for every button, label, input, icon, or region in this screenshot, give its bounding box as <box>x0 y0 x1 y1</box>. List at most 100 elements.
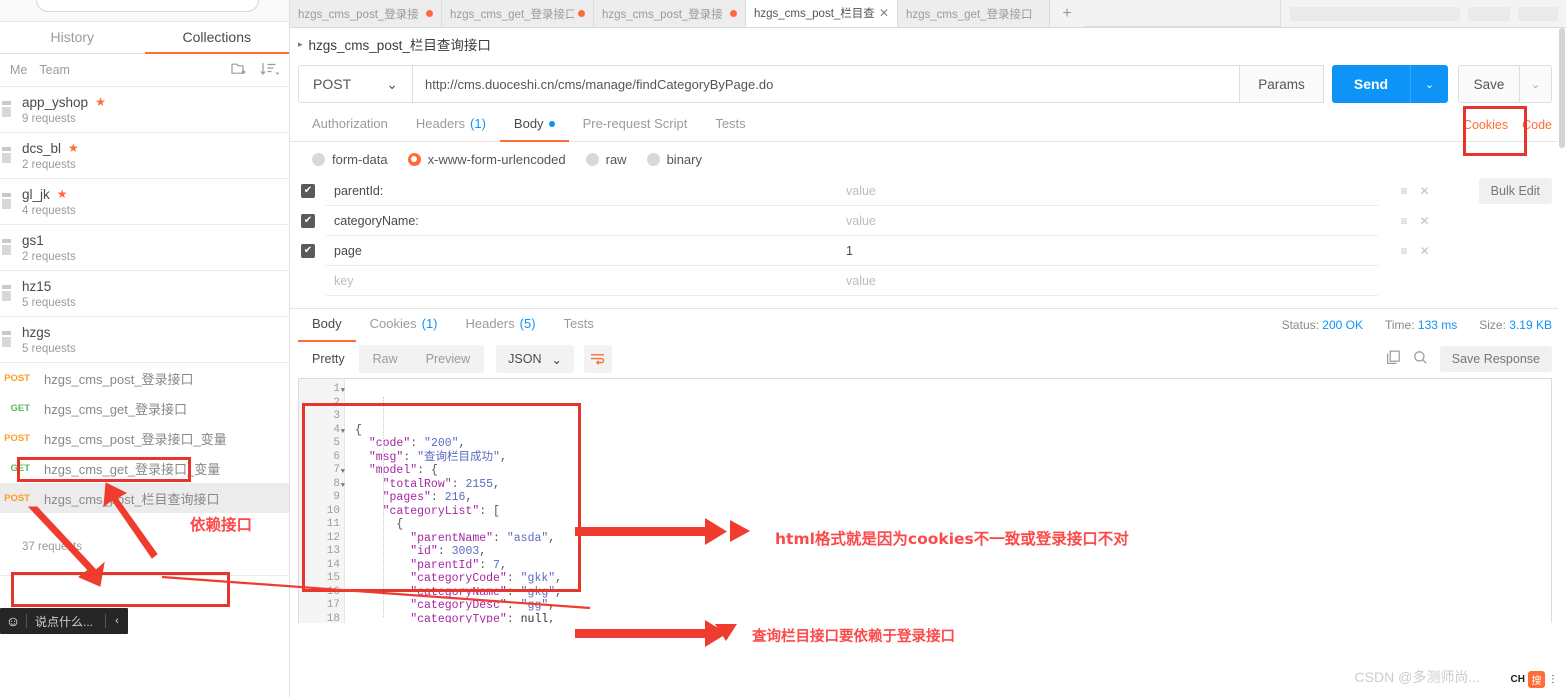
request-item-post-login-var[interactable]: POST hzgs_cms_post_登录接口_变量 <box>0 423 289 453</box>
response-tab-body[interactable]: Body <box>298 308 356 342</box>
copy-icon[interactable] <box>1386 350 1401 368</box>
row-checkbox[interactable]: ✔ <box>301 184 315 198</box>
param-key[interactable]: parentId: <box>326 176 838 206</box>
request-item-get-login-var[interactable]: GET hzgs_cms_get_登录接口_变量 <box>0 453 289 483</box>
save-button[interactable]: Save <box>1458 65 1520 103</box>
tab-headers[interactable]: Headers (1) <box>402 108 500 142</box>
tab-count: (1) <box>421 316 438 331</box>
tab-authorization[interactable]: Authorization <box>298 108 402 142</box>
save-options-caret-icon[interactable]: ⌄ <box>1520 65 1552 103</box>
request-tab[interactable]: hzgs_cms_get_登录接口 <box>442 0 594 27</box>
collection-item[interactable]: dcs_bl ★ 2 requests <box>0 133 289 179</box>
collection-item[interactable]: gs1 2 requests <box>0 225 289 271</box>
close-icon[interactable]: ✕ <box>879 6 889 20</box>
request-item-get-login[interactable]: GET hzgs_cms_get_登录接口 <box>0 393 289 423</box>
collection-item[interactable]: hz15 5 requests <box>0 271 289 317</box>
tab-label: Headers <box>465 316 515 331</box>
row-checkbox[interactable]: ✔ <box>301 244 315 258</box>
toolbar-placeholder-2[interactable] <box>1467 6 1510 21</box>
code-link[interactable]: Code <box>1522 118 1552 132</box>
tab-label: Tests <box>563 316 594 331</box>
sort-icon[interactable] <box>260 62 280 79</box>
request-item-post-category-query[interactable]: POST hzgs_cms_post_栏目查询接口 <box>0 483 289 513</box>
save-response-button[interactable]: Save Response <box>1439 346 1552 372</box>
response-tab-headers[interactable]: Headers (5) <box>452 308 550 342</box>
radio-binary[interactable]: binary <box>646 152 702 167</box>
http-method-value: POST <box>313 76 352 92</box>
search-icon[interactable] <box>1413 350 1428 368</box>
sidebar-tab-collections[interactable]: Collections <box>144 22 289 54</box>
param-key[interactable]: categoryName: <box>326 206 838 236</box>
radio-form-data[interactable]: form-data <box>312 152 388 167</box>
time-value: 133 ms <box>1417 317 1458 332</box>
param-value[interactable]: value <box>838 266 1378 296</box>
response-json-code[interactable]: { "code": "200", "msg": "查询栏目成功", "model… <box>345 379 1551 623</box>
row-remove-icon[interactable]: ✕ <box>1419 244 1429 258</box>
row-menu-icon[interactable]: ≡ <box>1400 184 1407 198</box>
request-tab-active[interactable]: hzgs_cms_post_栏目查 ✕ <box>746 0 898 27</box>
request-tab[interactable]: hzgs_cms_post_登录接 <box>290 0 442 27</box>
url-input[interactable]: http://cms.duoceshi.cn/cms/manage/findCa… <box>412 65 1240 103</box>
row-menu-icon[interactable]: ≡ <box>1400 214 1407 228</box>
chat-collapse-icon[interactable]: ‹ <box>106 615 128 627</box>
params-button[interactable]: Params <box>1240 65 1324 103</box>
chat-widget[interactable]: ☺ 说点什么... ‹ <box>0 608 128 634</box>
line-number: 5 <box>333 437 340 449</box>
star-icon: ★ <box>95 95 106 109</box>
param-value[interactable]: 1 <box>838 236 1378 266</box>
response-format-select[interactable]: JSON ⌄ <box>496 345 574 373</box>
request-tab[interactable]: hzgs_cms_post_登录接 <box>594 0 746 27</box>
view-mode-pretty[interactable]: Pretty <box>298 345 359 373</box>
row-checkbox[interactable] <box>301 274 315 288</box>
vertical-scrollbar[interactable] <box>1558 28 1566 697</box>
param-value[interactable]: value <box>838 206 1378 236</box>
word-wrap-icon[interactable] <box>583 345 612 373</box>
scrollbar-thumb[interactable] <box>1559 28 1565 148</box>
filter-team[interactable]: Team <box>39 63 70 77</box>
response-tab-cookies[interactable]: Cookies (1) <box>356 308 452 342</box>
new-tab-button[interactable]: + <box>1050 0 1084 27</box>
row-menu-icon[interactable]: ≡ <box>1400 244 1407 258</box>
bulk-edit-button[interactable]: Bulk Edit <box>1478 178 1552 204</box>
new-folder-icon[interactable] <box>231 61 248 79</box>
toolbar-placeholder-3[interactable] <box>1517 6 1558 21</box>
view-mode-preview[interactable]: Preview <box>412 345 484 373</box>
view-mode-raw[interactable]: Raw <box>359 345 412 373</box>
send-button[interactable]: Send <box>1332 65 1410 103</box>
chevron-right-icon[interactable]: ▸ <box>298 39 303 50</box>
row-remove-icon[interactable]: ✕ <box>1419 184 1429 198</box>
search-pill[interactable] <box>36 0 259 12</box>
response-tab-tests[interactable]: Tests <box>550 308 608 342</box>
row-checkbox[interactable]: ✔ <box>301 214 315 228</box>
param-key[interactable]: page <box>326 236 838 266</box>
chat-input[interactable]: 说点什么... <box>27 613 105 630</box>
toolbar-placeholder-1[interactable] <box>1289 6 1460 21</box>
postman-window: History Collections Me Team app_yshop ★ … <box>0 0 1566 697</box>
send-options-caret-icon[interactable]: ⌄ <box>1410 65 1448 103</box>
tab-pre-request-script[interactable]: Pre-request Script <box>569 108 702 142</box>
request-tab[interactable]: hzgs_cms_get_登录接口 <box>898 0 1050 27</box>
collection-item[interactable]: hzgs 5 requests <box>0 317 289 363</box>
tab-label: Body <box>312 316 342 331</box>
param-value[interactable]: value <box>838 176 1378 206</box>
radio-raw[interactable]: raw <box>585 151 627 167</box>
filter-me[interactable]: Me <box>10 63 27 77</box>
status-label: Status: <box>1281 317 1319 332</box>
http-method-select[interactable]: POST ⌄ <box>298 65 412 103</box>
emoji-icon[interactable]: ☺ <box>0 613 26 629</box>
url-row: POST ⌄ http://cms.duoceshi.cn/cms/manage… <box>290 60 1566 108</box>
tab-tests[interactable]: Tests <box>701 108 759 142</box>
sidebar-tab-history[interactable]: History <box>0 22 145 54</box>
row-remove-icon[interactable]: ✕ <box>1419 214 1429 228</box>
collection-item[interactable]: app_yshop ★ 9 requests <box>0 87 289 133</box>
ime-indicator: CH 搜 ⋮ <box>1508 670 1560 689</box>
radio-x-www-form-urlencoded[interactable]: x-www-form-urlencoded <box>407 152 566 167</box>
tab-body[interactable]: Body <box>499 108 569 142</box>
radio-label: raw <box>605 151 627 167</box>
unsaved-dot-icon <box>426 10 433 17</box>
response-body-viewer[interactable]: 1▼234▼567▼8▼9101112131415161718192021222… <box>298 378 1552 623</box>
param-key[interactable]: key <box>326 266 838 296</box>
cookies-link[interactable]: Cookies <box>1463 118 1508 132</box>
request-item-post-login[interactable]: POST hzgs_cms_post_登录接口 <box>0 363 289 393</box>
collection-item[interactable]: gl_jk ★ 4 requests <box>0 179 289 225</box>
